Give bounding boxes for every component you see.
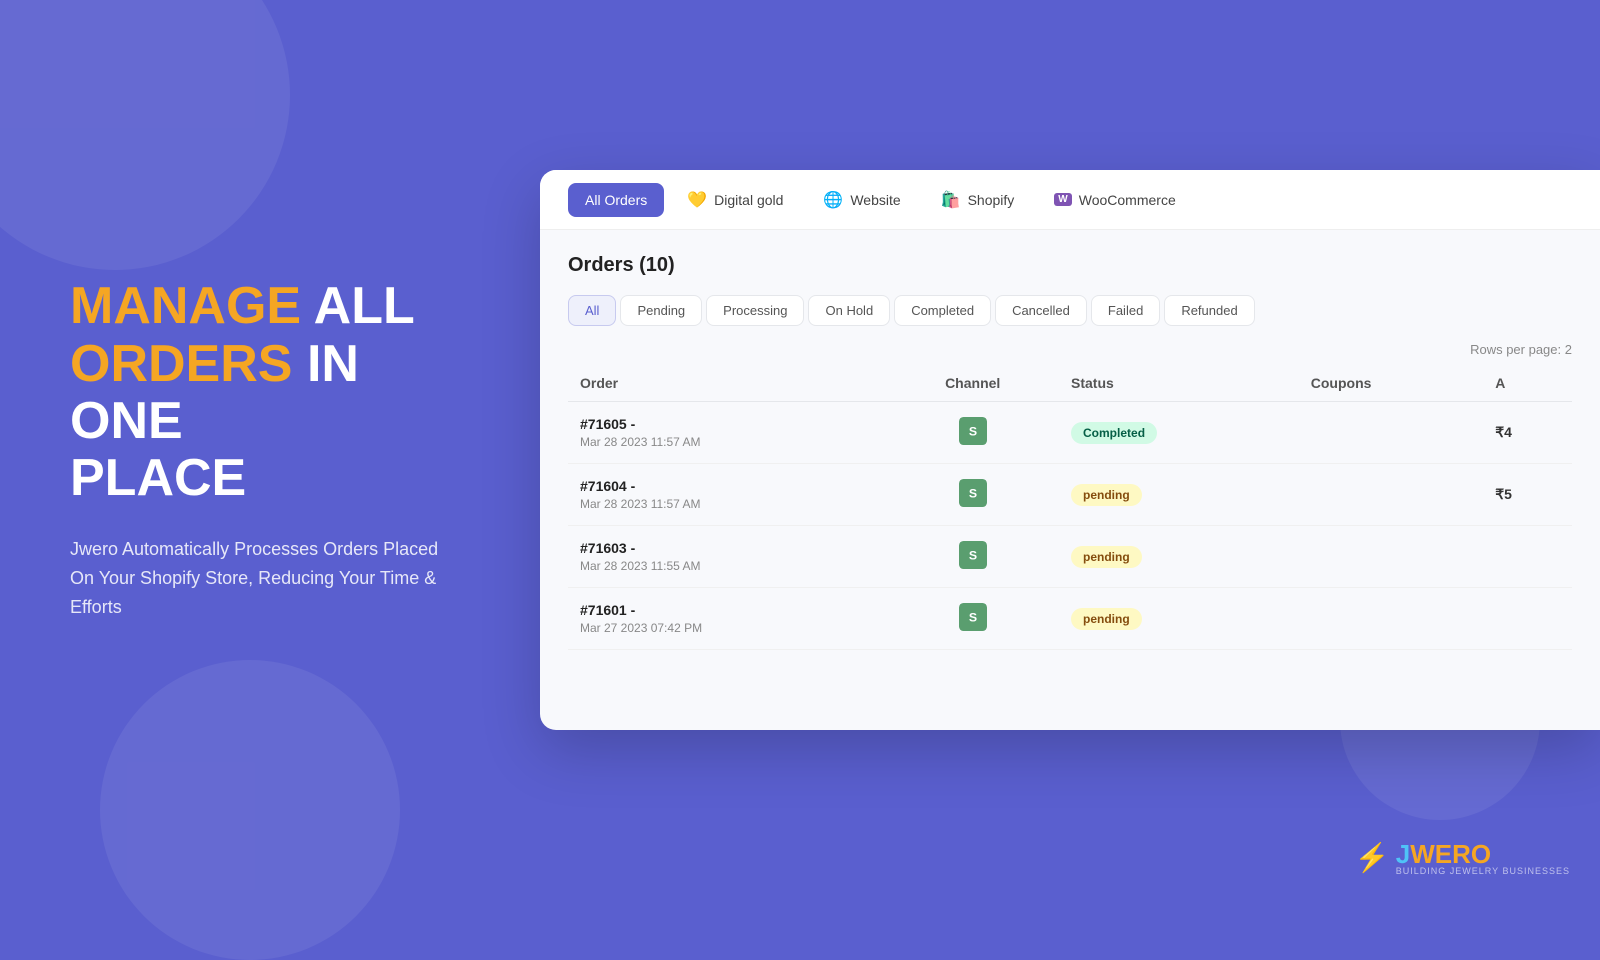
table-row[interactable]: #71601 - Mar 27 2023 07:42 PM S pending bbox=[568, 588, 1572, 650]
logo-j: J bbox=[1396, 839, 1410, 869]
status-cell: pending bbox=[1059, 526, 1299, 588]
order-number: #71603 - bbox=[580, 540, 874, 556]
order-cell: #71604 - Mar 28 2023 11:57 AM bbox=[568, 464, 886, 526]
order-date: Mar 28 2023 11:57 AM bbox=[580, 435, 874, 449]
channel-cell: S bbox=[886, 402, 1059, 464]
tab-digital-gold[interactable]: 💛 Digital gold bbox=[670, 181, 800, 219]
shopify-icon: S bbox=[959, 417, 987, 445]
filter-processing[interactable]: Processing bbox=[706, 295, 804, 326]
table-row[interactable]: #71603 - Mar 28 2023 11:55 AM S pending bbox=[568, 526, 1572, 588]
logo-subtitle: BUILDING JEWELRY BUSINESSES bbox=[1396, 866, 1570, 876]
filter-failed[interactable]: Failed bbox=[1091, 295, 1160, 326]
shopify-tab-icon: 🛍️ bbox=[941, 190, 961, 210]
filter-refunded[interactable]: Refunded bbox=[1164, 295, 1254, 326]
order-date: Mar 27 2023 07:42 PM bbox=[580, 621, 874, 635]
logo-stack: JWERO BUILDING JEWELRY BUSINESSES bbox=[1396, 839, 1570, 876]
order-number: #71601 - bbox=[580, 602, 874, 618]
filter-all[interactable]: All bbox=[568, 295, 616, 326]
amount-cell bbox=[1483, 526, 1572, 588]
amount-cell bbox=[1483, 588, 1572, 650]
tab-shopify[interactable]: 🛍️ Shopify bbox=[924, 181, 1032, 219]
logo-corner: ⚡ JWERO BUILDING JEWELRY BUSINESSES bbox=[1355, 839, 1570, 876]
order-number: #71604 - bbox=[580, 478, 874, 494]
filter-tabs: All Pending Processing On Hold Completed… bbox=[568, 295, 1572, 326]
logo-wero: WERO bbox=[1410, 839, 1491, 869]
headline-all: ALL bbox=[314, 277, 415, 335]
card-wrapper: All Orders 💛 Digital gold 🌐 Website 🛍️ S… bbox=[520, 0, 1600, 900]
coupons-cell bbox=[1299, 402, 1483, 464]
order-date: Mar 28 2023 11:57 AM bbox=[580, 497, 874, 511]
logo-bolt-icon: ⚡ bbox=[1355, 841, 1390, 874]
shopify-icon: S bbox=[959, 479, 987, 507]
channel-cell: S bbox=[886, 588, 1059, 650]
col-status: Status bbox=[1059, 365, 1299, 402]
digital-gold-icon: 💛 bbox=[687, 190, 707, 210]
status-cell: pending bbox=[1059, 464, 1299, 526]
table-row[interactable]: #71604 - Mar 28 2023 11:57 AM S pending ₹… bbox=[568, 464, 1572, 526]
order-number: #71605 - bbox=[580, 416, 874, 432]
bg-decoration-2 bbox=[100, 660, 400, 960]
woocommerce-label: WooCommerce bbox=[1079, 192, 1176, 208]
tab-bar: All Orders 💛 Digital gold 🌐 Website 🛍️ S… bbox=[540, 170, 1600, 230]
filter-pending[interactable]: Pending bbox=[620, 295, 702, 326]
status-badge: Completed bbox=[1071, 422, 1157, 444]
shopify-icon: S bbox=[959, 541, 987, 569]
tab-website[interactable]: 🌐 Website bbox=[806, 181, 917, 219]
shopify-label: Shopify bbox=[968, 192, 1015, 208]
filter-on-hold[interactable]: On Hold bbox=[808, 295, 890, 326]
channel-cell: S bbox=[886, 526, 1059, 588]
col-amount: A bbox=[1483, 365, 1572, 402]
all-orders-label: All Orders bbox=[585, 192, 647, 208]
website-icon: 🌐 bbox=[823, 190, 843, 210]
coupons-cell bbox=[1299, 588, 1483, 650]
rows-per-page: Rows per page: 2 bbox=[568, 342, 1572, 357]
shopify-icon: S bbox=[959, 603, 987, 631]
headline-orders: ORDERS bbox=[70, 335, 292, 393]
svg-text:S: S bbox=[969, 548, 977, 562]
left-panel: MANAGE ALL ORDERS IN ONE PLACE Jwero Aut… bbox=[0, 218, 520, 681]
headline-manage: MANAGE bbox=[70, 277, 301, 335]
orders-card: All Orders 💛 Digital gold 🌐 Website 🛍️ S… bbox=[540, 170, 1600, 730]
channel-cell: S bbox=[886, 464, 1059, 526]
svg-text:S: S bbox=[969, 486, 977, 500]
coupons-cell bbox=[1299, 526, 1483, 588]
order-cell: #71605 - Mar 28 2023 11:57 AM bbox=[568, 402, 886, 464]
card-content: Orders (10) All Pending Processing On Ho… bbox=[540, 230, 1600, 730]
filter-cancelled[interactable]: Cancelled bbox=[995, 295, 1087, 326]
coupons-cell bbox=[1299, 464, 1483, 526]
rows-per-page-value: 2 bbox=[1565, 342, 1572, 357]
subtext: Jwero Automatically Processes Orders Pla… bbox=[70, 535, 450, 621]
status-badge: pending bbox=[1071, 546, 1142, 568]
status-badge: pending bbox=[1071, 484, 1142, 506]
svg-text:S: S bbox=[969, 610, 977, 624]
amount-cell: ₹5 bbox=[1483, 464, 1572, 526]
filter-completed[interactable]: Completed bbox=[894, 295, 991, 326]
status-cell: Completed bbox=[1059, 402, 1299, 464]
orders-title: Orders (10) bbox=[568, 254, 1572, 277]
order-cell: #71603 - Mar 28 2023 11:55 AM bbox=[568, 526, 886, 588]
status-badge: pending bbox=[1071, 608, 1142, 630]
website-label: Website bbox=[850, 192, 900, 208]
headline-place: PLACE bbox=[70, 449, 246, 507]
col-order: Order bbox=[568, 365, 886, 402]
table-row[interactable]: #71605 - Mar 28 2023 11:57 AM S Complete… bbox=[568, 402, 1572, 464]
col-coupons: Coupons bbox=[1299, 365, 1483, 402]
col-channel: Channel bbox=[886, 365, 1059, 402]
svg-text:S: S bbox=[969, 424, 977, 438]
rows-per-page-label: Rows per page: bbox=[1470, 342, 1561, 357]
order-date: Mar 28 2023 11:55 AM bbox=[580, 559, 874, 573]
main-headline: MANAGE ALL ORDERS IN ONE PLACE bbox=[70, 278, 450, 507]
order-cell: #71601 - Mar 27 2023 07:42 PM bbox=[568, 588, 886, 650]
status-cell: pending bbox=[1059, 588, 1299, 650]
tab-all-orders[interactable]: All Orders bbox=[568, 183, 664, 217]
tab-woocommerce[interactable]: W WooCommerce bbox=[1037, 183, 1192, 217]
orders-table: Order Channel Status Coupons A #71605 - … bbox=[568, 365, 1572, 650]
digital-gold-label: Digital gold bbox=[714, 192, 783, 208]
woo-icon: W bbox=[1054, 193, 1071, 206]
amount-cell: ₹4 bbox=[1483, 402, 1572, 464]
